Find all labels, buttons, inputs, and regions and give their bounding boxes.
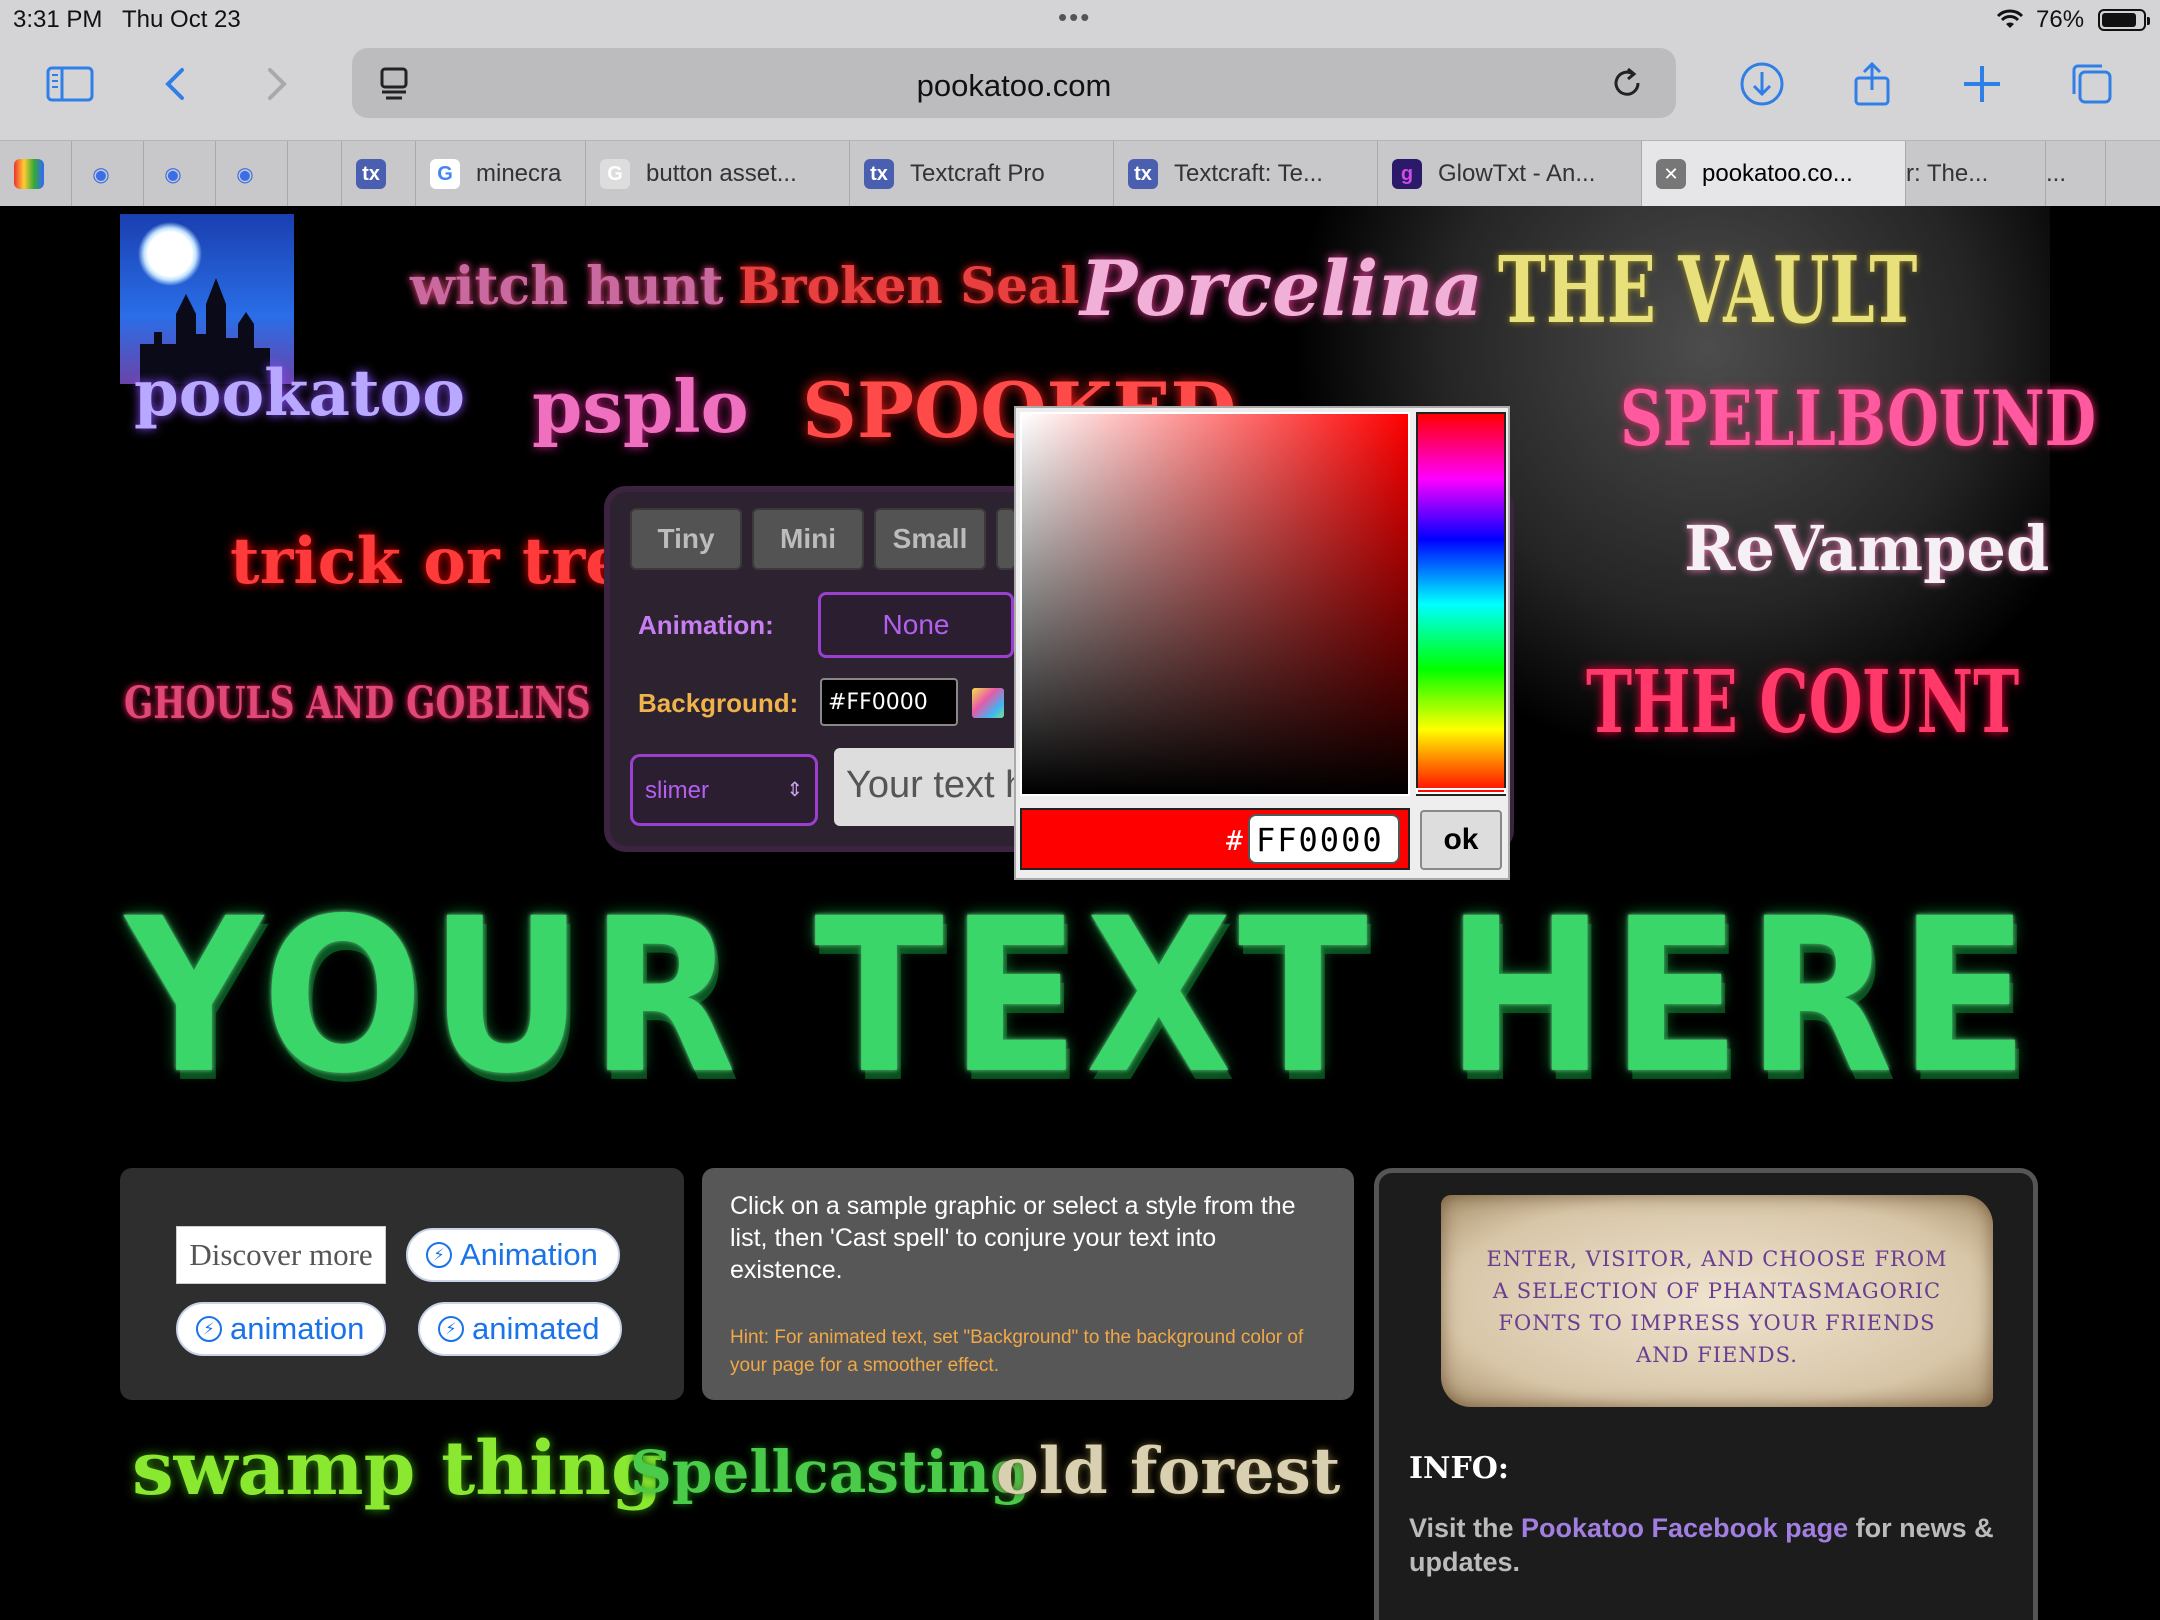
reload-icon[interactable] [1608,64,1646,102]
help-box: Click on a sample graphic or select a st… [702,1168,1354,1400]
text-preview: YOUR TEXT HERE [125,872,2035,1121]
bolt-icon: ⚡ [426,1242,452,1268]
tab-pinned-4[interactable]: ◉ [216,141,288,207]
eye-favicon-icon: ◉ [164,163,182,186]
color-preview: # FF0000 [1020,808,1410,870]
size-tiny-button[interactable]: Tiny [630,508,742,570]
tab-overflow-2[interactable]: ... [2046,141,2106,207]
info-paragraph: Visit the Pookatoo Facebook page for new… [1409,1513,1994,1577]
animation-select[interactable]: None [818,592,1014,658]
tab-pinned-3[interactable]: ◉ [144,141,216,207]
glowtxt-favicon-icon: g [1392,159,1422,189]
animation-lower-pill[interactable]: ⚡ animation [176,1302,387,1356]
sample-broken-seal[interactable]: Broken Seal [738,256,1079,315]
address-bar[interactable]: pookatoo.com [352,48,1676,118]
font-style-select[interactable]: slimer ⇕ [630,754,818,826]
eye-favicon-icon: ◉ [92,163,110,186]
url-text: pookatoo.com [916,68,1112,103]
scroll-text: ENTER, VISITOR, AND CHOOSE FROM A SELECT… [1486,1247,1948,1367]
tab-button-assets[interactable]: G button asset... [586,141,850,207]
google-icon: G [430,159,460,189]
status-date: Thu Oct 23 [122,6,241,33]
tab-overflow-1[interactable]: r: The... [1906,141,2046,207]
battery-percent: 76% [2036,6,2085,33]
textcraft-favicon-icon: tx [864,159,894,189]
tab-pinned-5[interactable] [288,141,342,207]
sample-the-count[interactable]: THE COUNT [1586,652,2019,753]
color-wheel-icon[interactable] [972,688,1004,718]
tab-pinned-1[interactable] [0,141,72,207]
tab-pookatoo[interactable]: ✕ pookatoo.co... [1642,141,1906,207]
size-mini-button[interactable]: Mini [752,508,864,570]
wifi-icon [1996,8,2024,37]
browser-toolbar: pookatoo.com [0,40,2160,140]
sample-revamped[interactable]: ReVamped [1684,512,2049,585]
tab-bar: ◉ ◉ ◉ tx G minecra G button asset... tx … [0,140,2160,207]
sample-pookatoo[interactable]: pookatoo [134,356,465,431]
sample-old-forest[interactable]: old forest [996,1434,1340,1509]
tab-glowtxt[interactable]: g GlowTxt - An... [1378,141,1642,207]
facebook-link[interactable]: Pookatoo Facebook page [1521,1513,1848,1543]
sample-swamp-thing[interactable]: swamp thing [132,1426,663,1512]
download-icon[interactable] [1732,56,1792,112]
background-color-input[interactable]: #FF0000 [820,678,958,726]
sample-witch-hunt[interactable]: witch hunt [410,256,724,317]
info-heading: INFO: [1409,1451,1509,1486]
sample-ghouls-and-goblins[interactable]: GHOULS AND GOBLINS [124,678,591,729]
size-small-button[interactable]: Small [874,508,986,570]
share-icon[interactable] [1842,56,1902,112]
tab-minecraft[interactable]: G minecra [416,141,586,207]
size-more-button[interactable] [996,508,1016,570]
tab-pinned-2[interactable]: ◉ [72,141,144,207]
text-input[interactable]: Your text h [834,748,1034,826]
battery-icon [2098,9,2150,31]
g-favicon-icon: G [600,159,630,189]
sample-porcelina[interactable]: Porcelina [1080,244,1483,333]
bolt-icon: ⚡ [438,1316,464,1342]
hue-handle[interactable] [1416,788,1506,794]
status-time: 3:31 PM [13,6,103,33]
background-label: Background: [638,688,799,718]
sidebar-icon[interactable] [40,56,100,112]
sample-the-vault[interactable]: THE VAULT [1498,236,1917,344]
new-tab-icon[interactable] [1952,56,2012,112]
hex-input[interactable]: FF0000 [1248,814,1400,864]
tab-textcraft-mini[interactable]: tx [342,141,416,207]
sample-psplo[interactable]: psplo [532,364,749,449]
forward-icon[interactable] [246,56,306,112]
back-icon[interactable] [146,56,206,112]
animated-pill[interactable]: ⚡ animated [418,1302,622,1356]
bolt-icon: ⚡ [196,1316,222,1342]
tab-textcraft-pro[interactable]: tx Textcraft Pro [850,141,1114,207]
textcraft-favicon-icon: tx [1128,159,1158,189]
close-tab-icon[interactable]: ✕ [1656,159,1686,189]
animation-pill[interactable]: ⚡ Animation [406,1228,620,1282]
info-box: ENTER, VISITOR, AND CHOOSE FROM A SELECT… [1374,1168,2038,1620]
eye-favicon-icon: ◉ [236,163,254,186]
help-text: Click on a sample graphic or select a st… [730,1192,1296,1284]
ad-box: Discover more ⚡ Animation ⚡ animation ⚡ ani… [120,1168,684,1400]
status-bar: 3:31 PM Thu Oct 23 ••• 76% [0,0,2160,40]
saturation-value-area[interactable] [1020,412,1410,796]
hash-symbol: # [1226,824,1243,857]
hint-text: Hint: For animated text, set "Background… [730,1327,1304,1376]
sample-spellbound[interactable]: SPELLBOUND [1620,374,2096,463]
page-content: witch hunt Broken Seal Porcelina THE VAU… [0,206,2160,1620]
textcraft-favicon-icon: tx [356,159,386,189]
tab-textcraft[interactable]: tx Textcraft: Te... [1114,141,1378,207]
select-arrows-icon: ⇕ [786,779,803,801]
parchment-scroll: ENTER, VISITOR, AND CHOOSE FROM A SELECT… [1441,1195,1993,1407]
ok-button[interactable]: ok [1420,810,1502,870]
multitask-dots-icon[interactable]: ••• [1058,2,1091,33]
favicon-icon [14,159,44,189]
hue-slider[interactable] [1416,412,1506,796]
color-picker: # FF0000 ok [1014,406,1510,880]
discover-more-button[interactable]: Discover more [176,1226,386,1284]
tab-overview-icon[interactable] [2062,56,2122,112]
animation-label: Animation: [638,610,774,640]
sample-spellcasting[interactable]: Spellcasting [630,1438,1031,1506]
